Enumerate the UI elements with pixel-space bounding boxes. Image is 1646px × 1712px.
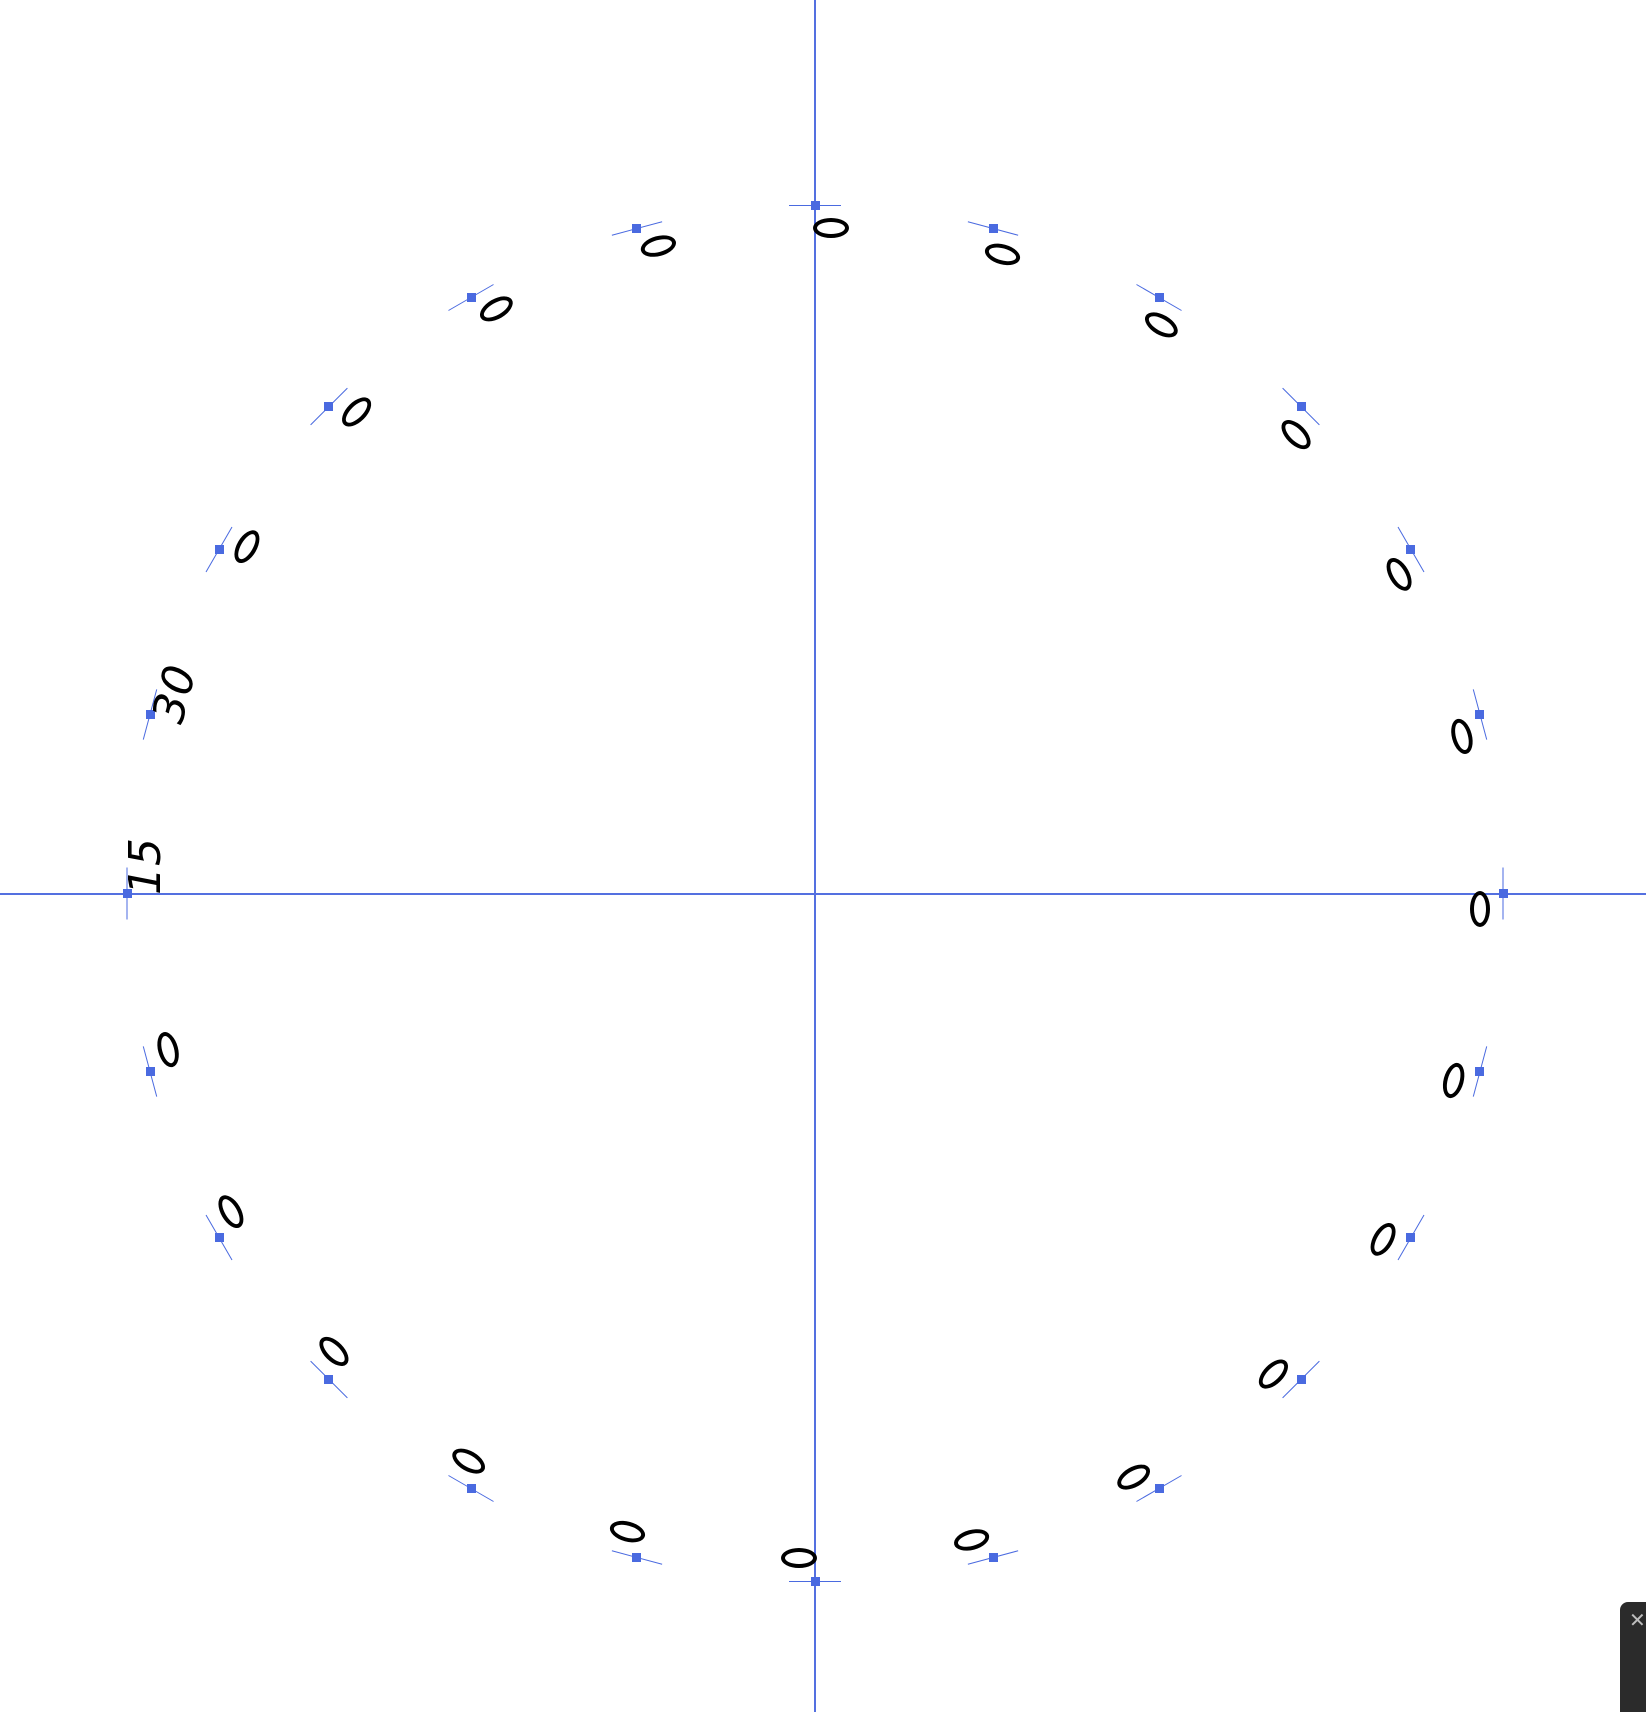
zero-glyph	[1276, 414, 1317, 454]
vertical-guide-line[interactable]	[814, 0, 816, 1712]
label-text	[1272, 401, 1330, 459]
zero-glyph	[229, 526, 265, 568]
label-text	[1359, 1215, 1417, 1269]
zero-glyph	[982, 240, 1023, 270]
zero-glyph	[1254, 1354, 1294, 1395]
zero-glyph	[781, 1548, 817, 1568]
zero-glyph	[1113, 1459, 1155, 1495]
floating-panel-corner[interactable]: ✕	[1620, 1602, 1646, 1712]
zero-glyph	[1447, 716, 1476, 757]
label-text	[813, 199, 849, 245]
close-icon[interactable]: ✕	[1629, 1610, 1646, 1630]
label-text	[950, 1518, 997, 1572]
zero-glyph	[448, 1443, 490, 1479]
label-text	[197, 1188, 255, 1242]
label-text	[323, 378, 381, 436]
label-text	[1137, 291, 1191, 349]
label-text	[213, 517, 271, 571]
label-text	[1249, 1350, 1307, 1408]
zero-glyph	[951, 1525, 992, 1554]
label-text	[1463, 891, 1509, 927]
label-text	[1440, 711, 1494, 758]
label-text: 15	[120, 837, 171, 895]
zero-glyph	[1438, 1060, 1468, 1101]
zero-glyph	[475, 291, 517, 327]
label-text	[466, 275, 520, 333]
label-text	[1110, 1453, 1164, 1511]
zero-glyph	[1365, 1218, 1401, 1260]
label-text: 30	[143, 659, 208, 729]
label-text	[300, 1327, 358, 1385]
zero-glyph	[154, 1029, 183, 1070]
label-text	[603, 1510, 650, 1564]
zero-glyph	[607, 1516, 648, 1546]
label-text	[781, 1541, 817, 1587]
design-canvas[interactable]: 15 30 ✕	[0, 0, 1646, 1712]
label-text	[633, 214, 680, 268]
zero-glyph	[1381, 553, 1417, 595]
label-text	[439, 1437, 493, 1495]
label-text	[1375, 544, 1433, 598]
zero-glyph	[313, 1332, 354, 1372]
zero-glyph	[813, 218, 849, 238]
label-text	[136, 1028, 190, 1075]
zero-glyph	[638, 232, 679, 261]
zero-glyph	[336, 391, 376, 432]
zero-glyph	[213, 1191, 249, 1233]
zero-glyph	[1140, 307, 1182, 343]
horizontal-guide-line[interactable]	[0, 893, 1646, 895]
zero-glyph	[1470, 891, 1490, 927]
